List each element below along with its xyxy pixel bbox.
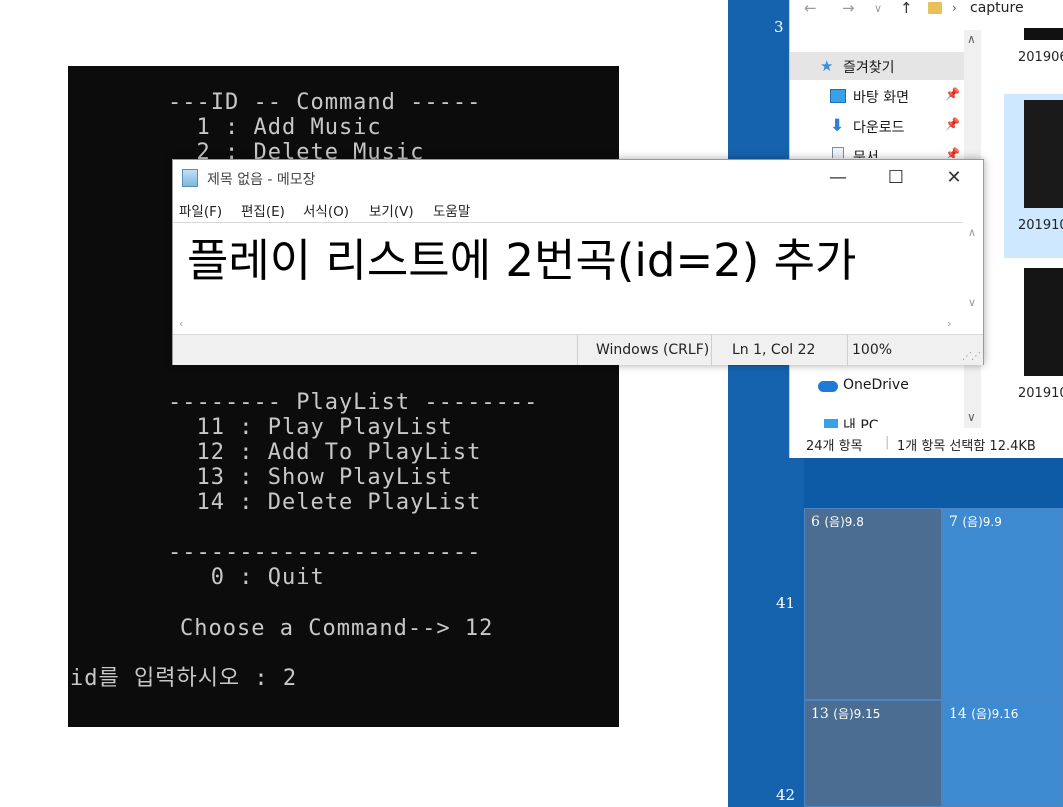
vertical-scrollbar[interactable]: ∧ ∨ — [963, 222, 982, 316]
close-button[interactable]: ✕ — [925, 160, 983, 198]
menu-view[interactable]: 보기(V) — [369, 200, 414, 220]
up-arrow-icon[interactable]: ↑ — [900, 0, 913, 17]
desktop-icon — [830, 89, 846, 103]
selection-info: 1개 항목 선택함 12.4KB — [897, 439, 1036, 454]
calendar-day-number: 14 — [949, 706, 967, 722]
notepad-icon — [182, 169, 198, 187]
download-icon: ⬇ — [830, 116, 845, 136]
tree-item-this-pc[interactable]: 내 PC — [790, 410, 964, 428]
back-arrow-icon[interactable]: ← — [804, 0, 817, 17]
zoom-level: 100% — [852, 342, 893, 358]
folder-icon — [928, 2, 942, 14]
pc-icon — [824, 419, 838, 428]
notepad-status-bar: Windows (CRLF) Ln 1, Col 22 100% ⋰⋰ — [173, 334, 983, 365]
console-line: 12 : Add To PlayList — [168, 440, 482, 465]
tree-item-label: 문서 — [853, 150, 879, 158]
menu-format[interactable]: 서식(O) — [303, 200, 349, 220]
scroll-down-icon[interactable]: ∨ — [968, 296, 976, 309]
week-number: 3 — [774, 18, 784, 36]
tree-item-downloads[interactable]: ⬇ 다운로드 📌 — [790, 112, 964, 140]
tree-item-onedrive[interactable]: OneDrive — [790, 372, 964, 400]
tree-item-documents[interactable]: 문서 📌 — [790, 142, 964, 158]
notepad-window: 제목 없음 - 메모장 — ☐ ✕ 파일(F) 편집(E) 서식(O) 보기(V… — [172, 159, 984, 365]
resize-grip-icon[interactable]: ⋰⋰ — [962, 351, 981, 362]
console-input-line: id를 입력하시오 : 2 — [70, 666, 298, 691]
cursor-position: Ln 1, Col 22 — [732, 342, 816, 358]
console-prompt: Choose a Command--> 12 — [180, 616, 494, 641]
notepad-title-bar[interactable]: 제목 없음 - 메모장 — ☐ ✕ — [173, 160, 983, 198]
explorer-status-bar: 24개 항목 | 1개 항목 선택함 12.4KB — [790, 428, 1063, 458]
document-text[interactable]: 플레이 리스트에 2번곡(id=2) 추가 — [187, 231, 856, 291]
tree-item-label: 다운로드 — [853, 120, 905, 136]
scroll-up-icon[interactable]: ∧ — [967, 32, 976, 46]
file-name[interactable]: 201910 — [1018, 218, 1063, 233]
menu-file[interactable]: 파일(F) — [179, 200, 222, 220]
tree-item-label: 내 PC — [843, 418, 879, 428]
file-thumbnail[interactable] — [1024, 100, 1063, 208]
chevron-right-icon: › — [952, 1, 957, 15]
forward-arrow-icon[interactable]: → — [842, 0, 855, 17]
file-name[interactable]: 201906 — [1018, 50, 1063, 65]
file-thumbnail[interactable] — [1024, 268, 1063, 376]
console-line: ---ID -- Command ----- — [168, 90, 482, 115]
file-thumbnail-pane: 201906 201910 201910 — [1004, 0, 1063, 428]
console-line: 11 : Play PlayList — [168, 415, 453, 440]
text-editor-area[interactable]: 플레이 리스트에 2번곡(id=2) 추가 — [173, 222, 963, 317]
console-line: -------- PlayList -------- — [168, 390, 539, 415]
history-dropdown-icon[interactable]: ∨ — [874, 2, 882, 15]
scroll-up-icon[interactable]: ∧ — [968, 226, 976, 239]
menu-bar: 파일(F) 편집(E) 서식(O) 보기(V) 도움말 — [173, 198, 983, 222]
scroll-left-icon[interactable]: ‹ — [179, 317, 183, 330]
calendar-lunar-date: (음)9.15 — [833, 707, 881, 721]
tree-item-label: 바탕 화면 — [853, 90, 909, 106]
tree-item-quick-access[interactable]: ★ 즐겨찾기 — [790, 52, 964, 80]
item-count: 24개 항목 — [806, 439, 863, 454]
calendar-lunar-date: (음)9.9 — [962, 515, 1002, 529]
pin-icon[interactable]: 📌 — [945, 117, 960, 131]
pin-icon[interactable]: 📌 — [945, 147, 960, 158]
week-number: 41 — [776, 594, 796, 612]
calendar-lunar-date: (음)9.8 — [824, 515, 864, 529]
calendar-day-cell[interactable]: 7 (음)9.9 — [942, 508, 1063, 700]
horizontal-scrollbar[interactable]: ‹ › — [173, 316, 963, 334]
console-line: 13 : Show PlayList — [168, 465, 453, 490]
tree-item-label: OneDrive — [843, 377, 909, 393]
calendar-day-number: 13 — [811, 706, 829, 722]
star-icon: ★ — [820, 57, 834, 75]
console-line: 14 : Delete PlayList — [168, 490, 482, 515]
document-icon — [832, 147, 844, 158]
calendar-day-number: 7 — [949, 514, 958, 530]
console-line: 1 : Add Music — [168, 115, 382, 140]
scroll-right-icon[interactable]: › — [947, 317, 951, 330]
minimize-button[interactable]: — — [809, 160, 867, 198]
calendar-day-number: 6 — [811, 514, 820, 530]
scrollbar-corner — [963, 316, 982, 334]
menu-help[interactable]: 도움말 — [433, 200, 470, 220]
week-number: 42 — [776, 786, 796, 804]
calendar-lunar-date: (음)9.16 — [971, 707, 1019, 721]
calendar-day-cell[interactable]: 13 (음)9.15 — [804, 700, 942, 807]
file-thumbnail[interactable] — [1024, 28, 1063, 40]
file-name[interactable]: 201910 — [1018, 386, 1063, 401]
line-ending-indicator: Windows (CRLF) — [596, 342, 710, 358]
menu-edit[interactable]: 편집(E) — [241, 200, 285, 220]
scroll-down-icon[interactable]: ∨ — [967, 410, 976, 424]
maximize-button[interactable]: ☐ — [867, 160, 925, 198]
tree-item-label: 즐겨찾기 — [843, 60, 895, 76]
cloud-icon — [818, 381, 838, 392]
pin-icon[interactable]: 📌 — [945, 87, 960, 101]
console-line: 0 : Quit — [168, 565, 325, 590]
window-title: 제목 없음 - 메모장 — [207, 172, 316, 188]
calendar-day-cell[interactable]: 6 (음)9.8 — [804, 508, 942, 700]
console-line: ---------------------- — [168, 540, 482, 565]
tree-item-desktop[interactable]: 바탕 화면 📌 — [790, 82, 964, 110]
calendar-day-cell[interactable]: 14 (음)9.16 — [942, 700, 1063, 807]
